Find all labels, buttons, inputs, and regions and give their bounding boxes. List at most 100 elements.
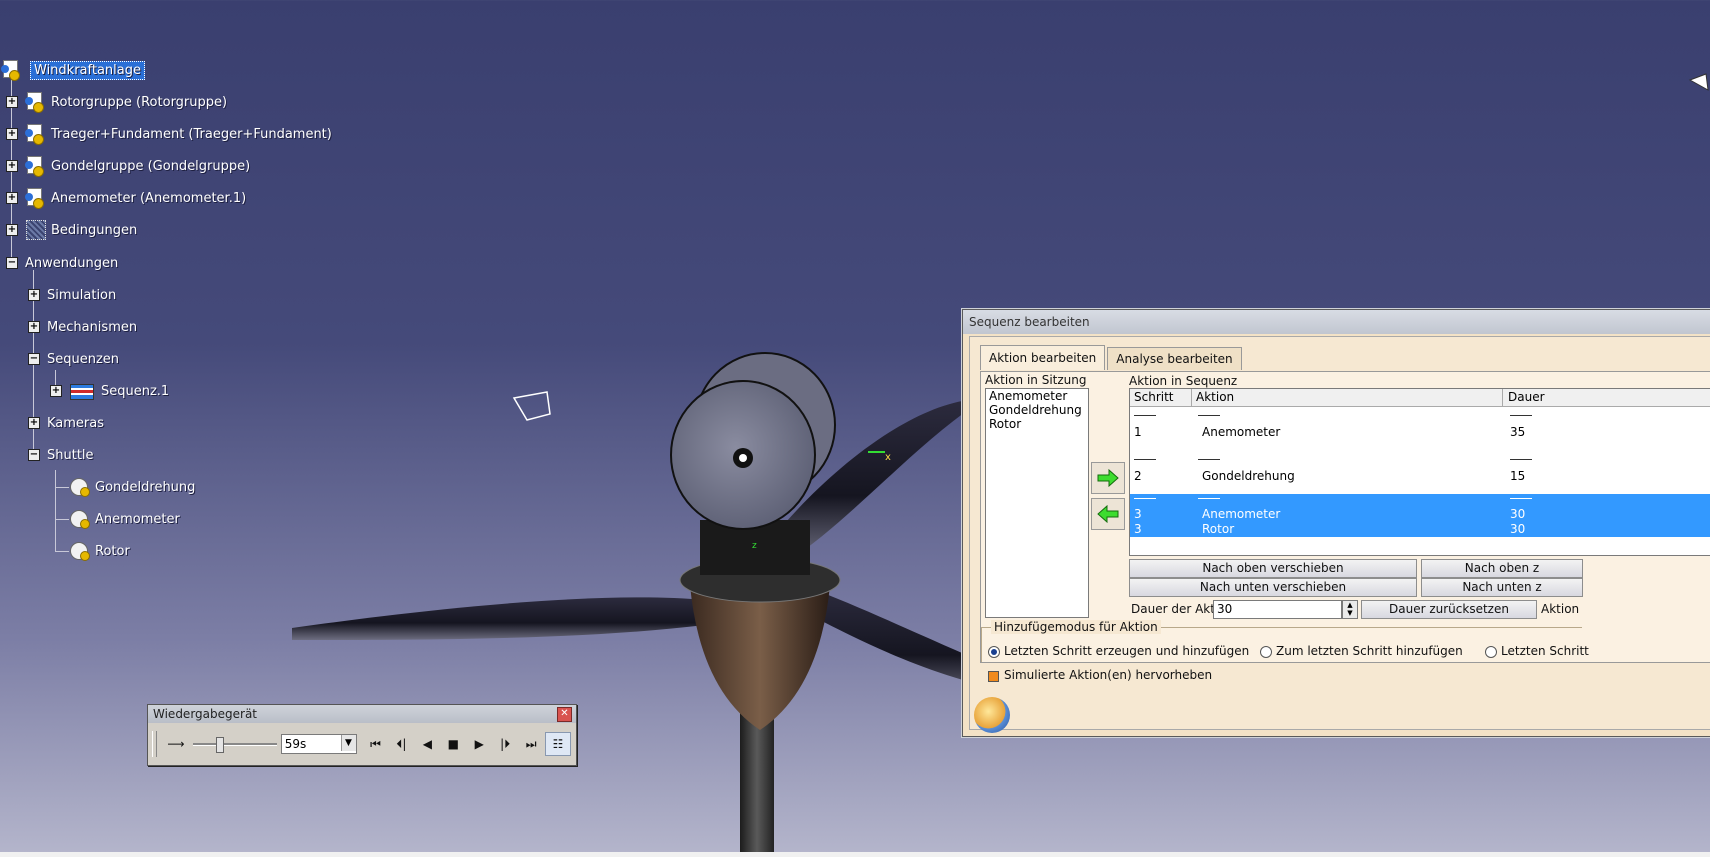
list-item[interactable]: Rotor: [986, 417, 1088, 431]
row-action: Anemometer: [1202, 425, 1281, 439]
tree-item-label: Rotorgruppe (Rotorgruppe): [51, 94, 228, 110]
time-slider[interactable]: [192, 736, 277, 753]
expand-icon[interactable]: +: [6, 224, 18, 236]
sequence-table[interactable]: Schritt Aktion Dauer 1 Anemometer 35 2 G…: [1129, 388, 1710, 556]
move-down-button[interactable]: Nach unten verschieben: [1129, 578, 1417, 597]
move-up-right-button[interactable]: Nach oben z: [1421, 559, 1583, 578]
row-step: 3: [1134, 522, 1142, 536]
3d-viewport[interactable]: x z Windkraftanlage + Rotorgruppe (Rotor…: [0, 0, 1710, 852]
expand-icon[interactable]: +: [28, 289, 40, 301]
session-list[interactable]: Anemometer Gondeldrehung Rotor: [985, 388, 1089, 618]
tree-root[interactable]: Windkraftanlage: [0, 59, 145, 81]
expand-icon[interactable]: +: [28, 417, 40, 429]
tab-aktion-bearbeiten[interactable]: Aktion bearbeiten: [980, 345, 1106, 370]
mode-radio-1[interactable]: [1260, 646, 1272, 658]
expand-icon[interactable]: +: [28, 321, 40, 333]
table-row-selected[interactable]: 3 Anemometer 30 3 Rotor 30: [1130, 494, 1710, 537]
step-back-icon[interactable]: ⏴|: [389, 733, 413, 755]
tree-item-bedingungen[interactable]: + Bedingungen: [0, 219, 140, 241]
tree-item-gondelgruppe[interactable]: + Gondelgruppe (Gondelgruppe): [0, 155, 253, 177]
row-action: Rotor: [1202, 522, 1235, 536]
tree-item-traeger[interactable]: + Traeger+Fundament (Traeger+Fundament): [0, 123, 335, 145]
player-titlebar[interactable]: Wiedergabegerät ✕: [148, 705, 576, 723]
mode-radio-2[interactable]: [1485, 646, 1497, 658]
tree-item-label: Gondeldrehung: [95, 479, 196, 495]
tree-item-kameras[interactable]: + Kameras: [22, 412, 107, 434]
tab-panel: Aktion in Sitzung Anemometer Gondeldrehu…: [980, 371, 1710, 663]
dialog-tabs: Aktion bearbeiten Analyse bearbeiten: [980, 345, 1244, 370]
tree-item-sequenzen[interactable]: − Sequenzen: [22, 348, 122, 370]
duration-input[interactable]: 30: [1213, 600, 1342, 619]
player-settings-icon[interactable]: ☷: [545, 732, 571, 756]
collapse-icon[interactable]: −: [28, 449, 40, 461]
table-row[interactable]: 2 Gondeldrehung 15: [1130, 455, 1710, 495]
tree-item-label: Anemometer: [95, 511, 180, 527]
highlight-checkbox[interactable]: [988, 671, 999, 682]
play-icon[interactable]: ▶: [467, 733, 491, 755]
play-reverse-icon[interactable]: ◀: [415, 733, 439, 755]
mode-option-1: Zum letzten Schritt hinzufügen: [1276, 644, 1463, 658]
tree-item-simulation[interactable]: + Simulation: [22, 284, 119, 306]
mode-radio-0[interactable]: [988, 646, 1000, 658]
tree-item-anemometer[interactable]: + Anemometer (Anemometer.1): [0, 187, 249, 209]
tree-item-shuttle-anemometer[interactable]: Anemometer: [68, 508, 183, 530]
expand-icon[interactable]: +: [6, 96, 18, 108]
specification-tree: Windkraftanlage + Rotorgruppe (Rotorgrup…: [0, 0, 420, 580]
column-header[interactable]: Aktion: [1192, 389, 1503, 406]
tree-item-shuttle-rotor[interactable]: Rotor: [68, 540, 133, 562]
chevron-down-icon[interactable]: ▼: [340, 735, 356, 751]
move-up-button[interactable]: Nach oben verschieben: [1129, 559, 1417, 578]
collapse-icon[interactable]: −: [6, 257, 18, 269]
product-icon: [24, 187, 46, 209]
tree-item-label: Rotor: [95, 543, 130, 559]
dialog-title: Sequenz bearbeiten: [969, 315, 1090, 329]
arrow-right-green-icon: [1097, 469, 1119, 487]
shuttle-icon: [68, 540, 90, 562]
action-label-truncated: Aktion: [1541, 602, 1580, 616]
column-header[interactable]: Dauer: [1504, 389, 1710, 406]
product-icon: [24, 123, 46, 145]
column-header[interactable]: Schritt: [1130, 389, 1192, 406]
row-duration: 15: [1510, 469, 1526, 483]
player-toolbar[interactable]: Wiedergabegerät ✕ ⟶ 59s ▼ ⏮ ⏴| ◀ ■ ▶ |⏵ …: [147, 704, 577, 766]
dialog-titlebar[interactable]: Sequenz bearbeiten: [963, 310, 1710, 334]
step-forward-icon[interactable]: |⏵: [493, 733, 517, 755]
skip-to-start-icon[interactable]: ⏮: [364, 733, 388, 755]
stop-icon[interactable]: ■: [441, 733, 465, 755]
collapse-icon[interactable]: −: [28, 353, 40, 365]
compass-icon[interactable]: [1686, 70, 1710, 100]
product-icon: [24, 91, 46, 113]
remove-from-sequence-button[interactable]: [1091, 498, 1125, 530]
tree-item-rotorgruppe[interactable]: + Rotorgruppe (Rotorgruppe): [0, 91, 230, 113]
table-row[interactable]: 1 Anemometer 35: [1130, 411, 1710, 451]
move-down-right-button[interactable]: Nach unten z: [1421, 578, 1583, 597]
duration-spinner[interactable]: ▲ ▼: [1342, 600, 1358, 619]
arrow-right-icon: ⟶: [167, 737, 185, 751]
list-item[interactable]: Gondeldrehung: [986, 403, 1088, 417]
add-to-sequence-button[interactable]: [1091, 462, 1125, 494]
svg-text:z: z: [752, 541, 757, 551]
tree-item-shuttle-gondeldrehung[interactable]: Gondeldrehung: [68, 476, 198, 498]
expand-icon[interactable]: +: [50, 385, 62, 397]
list-item[interactable]: Anemometer: [986, 389, 1088, 403]
expand-icon[interactable]: +: [6, 160, 18, 172]
close-icon[interactable]: ✕: [557, 707, 572, 722]
tree-item-mechanismen[interactable]: + Mechanismen: [22, 316, 140, 338]
expand-icon[interactable]: +: [6, 128, 18, 140]
sequence-icon: [68, 380, 96, 402]
tab-analyse-bearbeiten[interactable]: Analyse bearbeiten: [1107, 347, 1242, 370]
tree-item-label: Shuttle: [47, 447, 94, 463]
slider-thumb[interactable]: [216, 737, 225, 753]
tree-item-anwendungen[interactable]: − Anwendungen: [0, 252, 121, 274]
mode-option-0: Letzten Schritt erzeugen und hinzufügen: [1004, 644, 1250, 658]
expand-icon[interactable]: +: [6, 192, 18, 204]
sequence-dialog[interactable]: Sequenz bearbeiten Aktion bearbeiten Ana…: [962, 309, 1710, 737]
skip-to-end-icon[interactable]: ⏭: [519, 733, 543, 755]
tree-item-sequenz1[interactable]: + Sequenz.1: [44, 380, 172, 402]
reset-duration-button[interactable]: Dauer zurücksetzen: [1361, 600, 1537, 619]
globe-icon: [974, 697, 1010, 733]
toolbar-grip[interactable]: [152, 731, 157, 757]
time-combo[interactable]: 59s ▼: [280, 734, 357, 754]
tree-item-shuttle[interactable]: − Shuttle: [22, 444, 97, 466]
tree-item-label: Sequenz.1: [101, 383, 170, 399]
